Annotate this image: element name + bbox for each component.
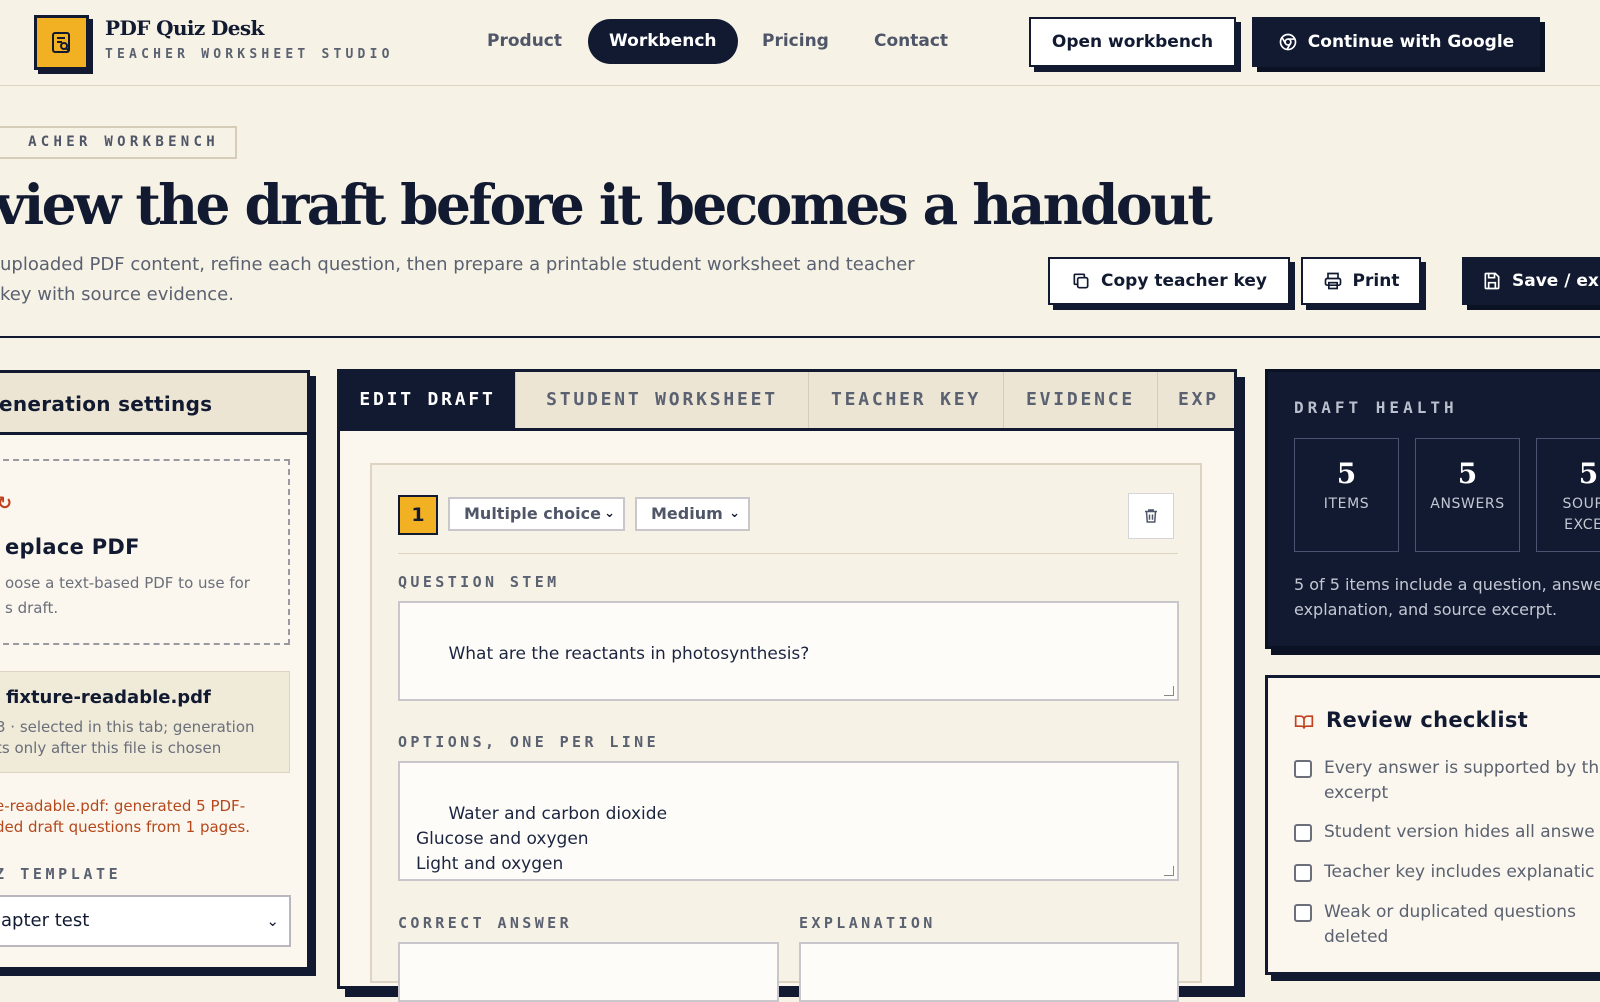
chrome-icon <box>1279 33 1297 51</box>
open-book-icon <box>1294 715 1314 729</box>
pdf-document-icon <box>52 32 70 53</box>
stat-answers-value: 5 <box>1457 457 1478 490</box>
save-export-label: Save / ex <box>1512 271 1599 291</box>
checklist-item-label: Teacher key includes explanatic <box>1324 862 1595 882</box>
stat-source-excerpts-label: SOURC EXCER <box>1562 496 1600 533</box>
question-number-badge: 1 <box>398 495 438 535</box>
replace-pdf-description: oose a text-based PDF to use for s draft… <box>5 574 250 617</box>
review-checklist-title: Review checklist <box>1326 708 1529 732</box>
open-workbench-label: Open workbench <box>1051 32 1214 52</box>
question-card: 1 Multiple choice ⌄ Medium ⌄ QUESTION ST… <box>370 463 1202 1002</box>
question-stem-input[interactable]: What are the reactants in photosynthesis… <box>398 601 1179 701</box>
review-checklist-panel: Review checklist Every answer is support… <box>1265 675 1600 975</box>
stat-items-value: 5 <box>1336 457 1357 490</box>
replace-pdf-title: eplace PDF <box>5 535 140 559</box>
tab-export[interactable]: EXP <box>1158 372 1234 428</box>
continue-with-google-label: Continue with Google <box>1307 32 1515 52</box>
page-description-line-1: uploaded PDF content, refine each questi… <box>0 254 915 275</box>
save-icon <box>1484 272 1500 290</box>
nav-contact[interactable]: Contact <box>874 19 948 64</box>
draft-health-summary: 5 of 5 items include a question, answer,… <box>1294 575 1600 619</box>
quiz-template-label: Z TEMPLATE <box>0 865 122 883</box>
chevron-down-icon: ⌄ <box>604 506 615 521</box>
generation-settings-panel: eneration settings ↻ eplace PDF oose a t… <box>0 370 310 970</box>
draft-health-panel: DRAFT HEALTH 5 ITEMS 5 ANSWERS 5 SOURC E… <box>1265 369 1600 649</box>
page-description: uploaded PDF content, refine each questi… <box>0 250 920 310</box>
upload-icon: ↻ <box>0 493 12 514</box>
print-button[interactable]: Print <box>1301 257 1421 305</box>
stat-answers: 5 ANSWERS <box>1415 438 1520 552</box>
stat-source-excerpts: 5 SOURC EXCER <box>1536 438 1600 552</box>
question-stem-label: QUESTION STEM <box>398 573 560 591</box>
save-export-button[interactable]: Save / ex <box>1462 257 1600 305</box>
copy-teacher-key-label: Copy teacher key <box>1101 271 1267 291</box>
checklist-checkbox[interactable] <box>1294 824 1312 842</box>
correct-answer-input[interactable] <box>398 942 779 1002</box>
correct-answer-label: CORRECT ANSWER <box>398 914 573 932</box>
delete-question-button[interactable] <box>1128 493 1174 539</box>
explanation-label: EXPLANATION <box>799 914 936 932</box>
copy-icon <box>1073 273 1089 289</box>
selected-file-card: fixture-readable.pdf 3 · selected in thi… <box>0 671 290 773</box>
brand-name: PDF Quiz Desk <box>105 16 264 40</box>
selected-file-name: fixture-readable.pdf <box>6 687 211 708</box>
tab-evidence[interactable]: EVIDENCE <box>1004 372 1158 428</box>
draft-editor-panel: EDIT DRAFT STUDENT WORKSHEET TEACHER KEY… <box>337 369 1237 1002</box>
stat-items: 5 ITEMS <box>1294 438 1399 552</box>
nav-workbench[interactable]: Workbench <box>588 19 738 64</box>
question-type-select[interactable]: Multiple choice ⌄ <box>448 497 625 531</box>
options-input[interactable]: Water and carbon dioxide Glucose and oxy… <box>398 761 1179 881</box>
page-description-line-2: key with source evidence. <box>0 284 234 305</box>
question-type-value: Multiple choice <box>464 504 601 523</box>
open-workbench-button[interactable]: Open workbench <box>1029 17 1236 67</box>
generation-settings-title: eneration settings <box>0 373 307 435</box>
checklist-checkbox[interactable] <box>1294 864 1312 882</box>
tab-student-worksheet[interactable]: STUDENT WORKSHEET <box>516 372 809 428</box>
brand-tagline: TEACHER WORKSHEET STUDIO <box>105 47 394 62</box>
difficulty-select[interactable]: Medium ⌄ <box>635 497 750 531</box>
question-header-divider <box>398 553 1178 554</box>
hero-divider <box>0 336 1600 338</box>
resize-handle[interactable] <box>1164 686 1174 696</box>
top-navigation-bar: PDF Quiz Desk TEACHER WORKSHEET STUDIO P… <box>0 0 1600 86</box>
checklist-item-label: Student version hides all answe <box>1324 822 1595 842</box>
brand-logo[interactable] <box>34 15 89 70</box>
continue-with-google-button[interactable]: Continue with Google <box>1252 17 1540 67</box>
stat-items-label: ITEMS <box>1323 496 1370 512</box>
checklist-checkbox[interactable] <box>1294 904 1312 922</box>
nav-product[interactable]: Product <box>487 19 562 64</box>
difficulty-value: Medium <box>651 504 723 523</box>
chevron-down-icon: ⌄ <box>729 506 740 521</box>
draft-health-title: DRAFT HEALTH <box>1294 398 1458 417</box>
question-stem-value: What are the reactants in photosynthesis… <box>448 644 810 664</box>
explanation-input[interactable] <box>799 942 1179 1002</box>
tab-edit-draft[interactable]: EDIT DRAFT <box>340 372 516 428</box>
tab-teacher-key[interactable]: TEACHER KEY <box>809 372 1004 428</box>
quiz-template-value: apter test <box>1 910 90 931</box>
options-value: Water and carbon dioxide Glucose and oxy… <box>416 804 668 874</box>
editor-tabs: EDIT DRAFT STUDENT WORKSHEET TEACHER KEY… <box>340 372 1234 431</box>
resize-handle[interactable] <box>1164 866 1174 876</box>
workbench-eyebrow: ACHER WORKBENCH <box>0 126 237 159</box>
copy-teacher-key-button[interactable]: Copy teacher key <box>1048 257 1290 305</box>
printer-icon <box>1324 272 1341 290</box>
replace-pdf-dropzone[interactable]: ↻ eplace PDF oose a text-based PDF to us… <box>0 459 290 645</box>
checklist-item-label: Weak or duplicated questions deleted <box>1324 902 1576 947</box>
generation-status-message: e-readable.pdf: generated 5 PDF- ded dra… <box>0 797 251 836</box>
options-label: OPTIONS, ONE PER LINE <box>398 733 660 751</box>
checklist-checkbox[interactable] <box>1294 760 1312 778</box>
stat-source-excerpts-value: 5 <box>1578 457 1599 490</box>
print-label: Print <box>1352 271 1400 291</box>
quiz-template-select[interactable]: apter test ⌄ <box>0 895 291 947</box>
chevron-down-icon: ⌄ <box>266 912 279 930</box>
nav-pricing[interactable]: Pricing <box>762 19 829 64</box>
stat-answers-label: ANSWERS <box>1430 496 1505 512</box>
selected-file-meta: 3 · selected in this tab; generation ts … <box>0 718 255 757</box>
checklist-item-label: Every answer is supported by th excerpt <box>1324 758 1600 803</box>
page-title: view the draft before it becomes a hando… <box>0 172 1213 237</box>
trash-icon <box>1145 509 1157 523</box>
